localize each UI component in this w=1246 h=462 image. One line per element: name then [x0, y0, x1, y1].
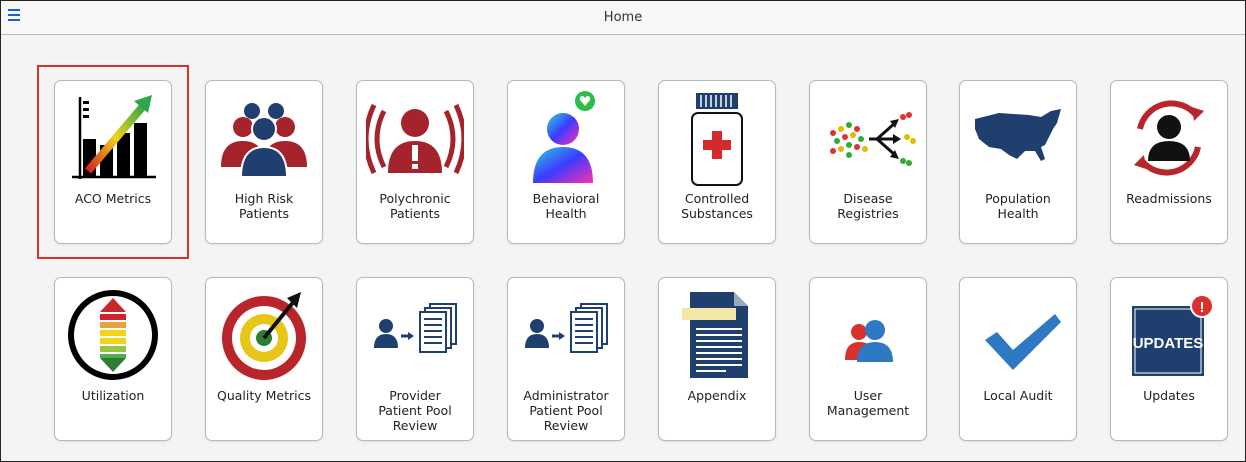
tile-label: Local Audit	[983, 388, 1053, 403]
tile-utilization[interactable]: Utilization	[54, 277, 172, 441]
users-icon	[845, 320, 893, 362]
pill-bottle-icon	[691, 93, 743, 186]
page-title: Home	[603, 10, 643, 25]
utilization-gauge-icon	[68, 290, 158, 380]
tile-population-health[interactable]: Population Health	[959, 80, 1077, 244]
tile-behavioral-health[interactable]: Behavioral Health	[507, 80, 625, 244]
patient-group-icon	[221, 103, 307, 178]
tile-disease-registries[interactable]: Disease Registries	[809, 80, 927, 244]
tile-local-audit[interactable]: Local Audit	[959, 277, 1077, 441]
tile-label: Utilization	[81, 388, 145, 403]
tile-label: Population Health	[985, 191, 1051, 221]
updates-icon-text: UPDATES	[1133, 335, 1204, 352]
tile-high-risk-patients[interactable]: High Risk Patients	[205, 80, 323, 244]
usa-map-icon	[975, 109, 1061, 161]
tile-polychronic-patients[interactable]: Polychronic Patients	[356, 80, 474, 244]
provider-documents-icon	[374, 303, 457, 353]
document-icon	[682, 292, 748, 378]
tile-label: Readmissions	[1126, 191, 1212, 206]
tile-controlled-substances[interactable]: Controlled Substances	[658, 80, 776, 244]
tile-label: Controlled Substances	[681, 191, 753, 221]
administrator-documents-icon	[525, 303, 608, 353]
tile-label: Updates	[1143, 388, 1195, 403]
tile-appendix[interactable]: Appendix	[658, 277, 776, 441]
tile-label: Polychronic Patients	[379, 191, 451, 221]
tile-label: User Management	[826, 388, 910, 418]
tile-updates[interactable]: UPDATES ! Updates	[1110, 277, 1228, 441]
patient-alert-icon	[366, 103, 464, 175]
heart-mind-icon	[533, 91, 595, 183]
tile-user-management[interactable]: User Management	[809, 277, 927, 441]
updates-badge: !	[1200, 299, 1205, 316]
population-network-icon	[830, 112, 916, 166]
tile-label: High Risk Patients	[234, 191, 294, 221]
tile-label: Disease Registries	[837, 191, 899, 221]
tile-label: Administrator Patient Pool Review	[523, 388, 609, 433]
updates-alert-icon: UPDATES !	[1132, 294, 1214, 376]
app-window: Home ACO Metrics High Risk Patients Poly…	[0, 0, 1246, 462]
tile-administrator-patient-pool-review[interactable]: Administrator Patient Pool Review	[507, 277, 625, 441]
readmission-cycle-icon	[1134, 100, 1204, 176]
tile-readmissions[interactable]: Readmissions	[1110, 80, 1228, 244]
tile-label: Quality Metrics	[216, 388, 311, 403]
tile-label: Appendix	[687, 388, 747, 403]
tile-provider-patient-pool-review[interactable]: Provider Patient Pool Review	[356, 277, 474, 441]
top-bar: Home	[1, 1, 1245, 35]
target-icon	[222, 292, 306, 380]
checkmark-icon	[985, 314, 1061, 370]
tile-label: Provider Patient Pool Review	[378, 388, 452, 433]
selected-tile-highlight	[37, 65, 189, 259]
tile-quality-metrics[interactable]: Quality Metrics	[205, 277, 323, 441]
tile-label: Behavioral Health	[532, 191, 600, 221]
